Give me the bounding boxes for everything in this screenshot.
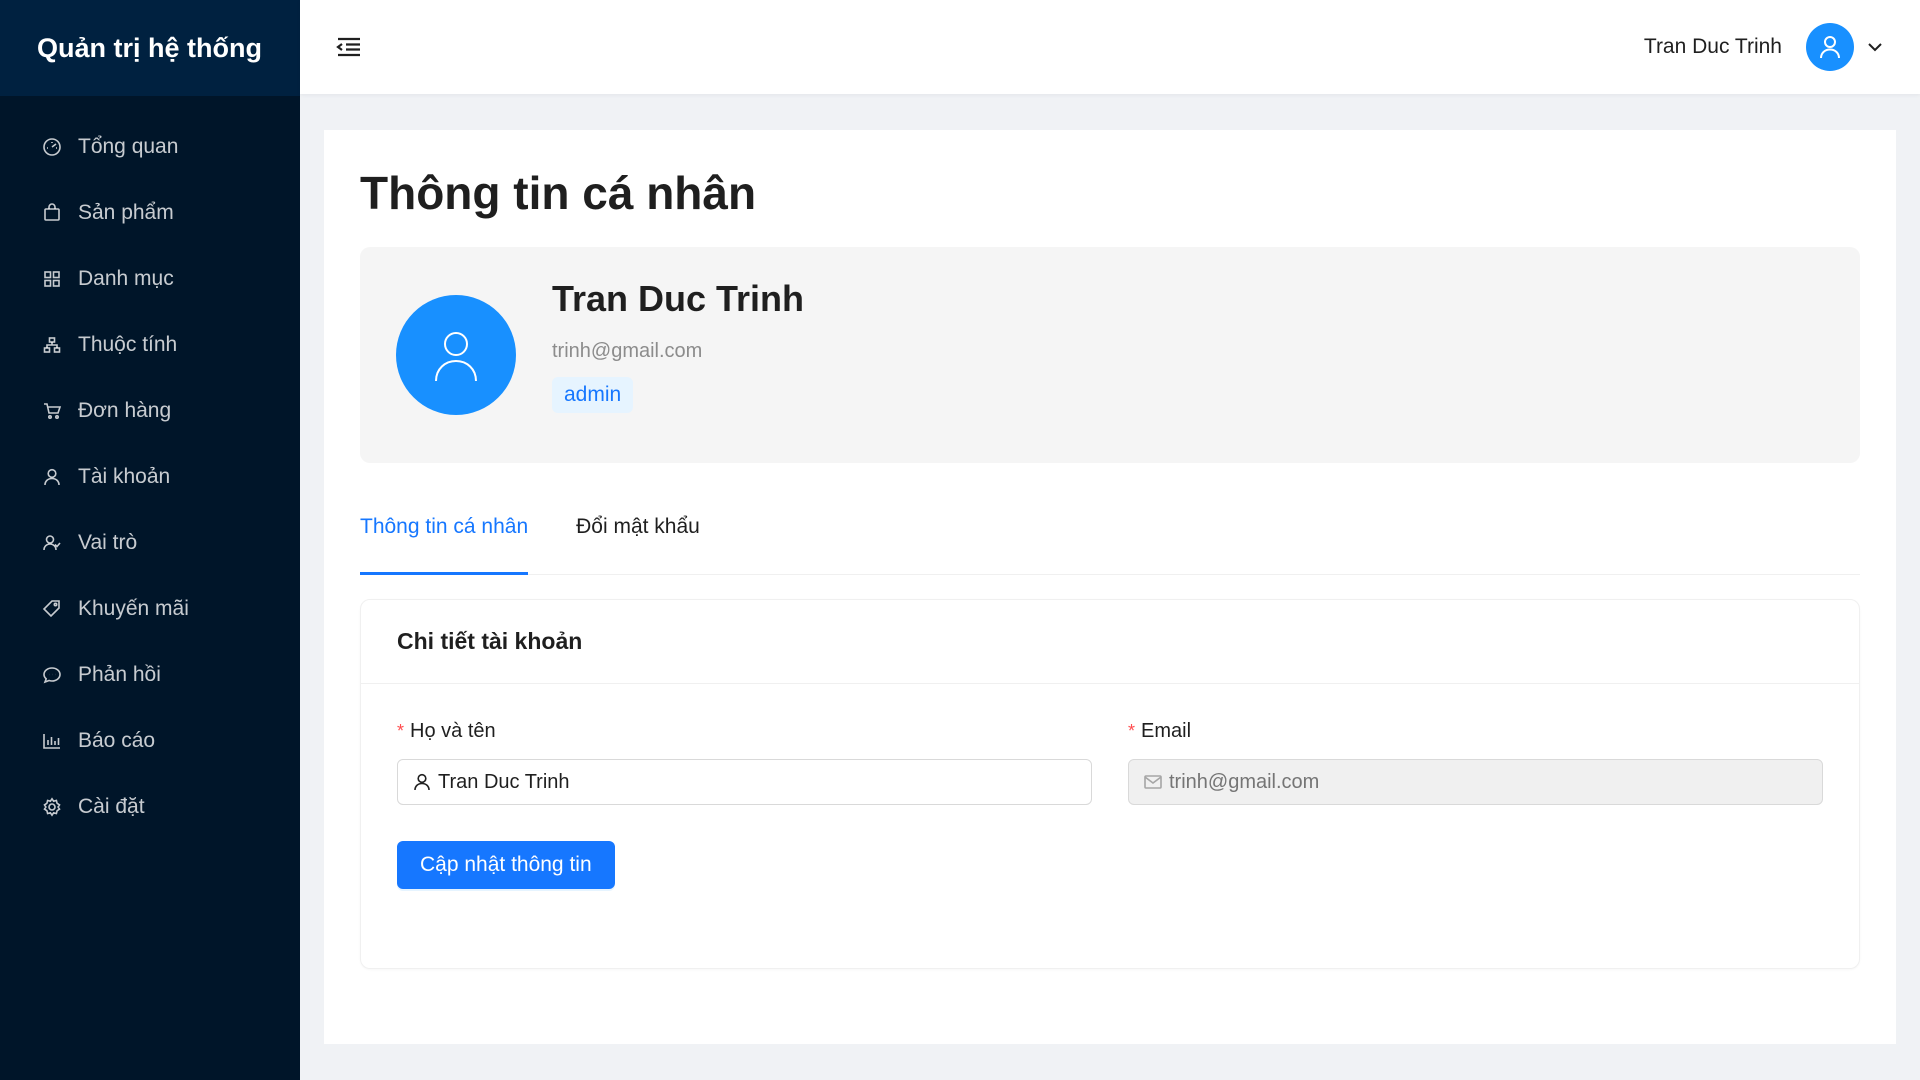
sidebar-item-label: Thuộc tính <box>78 333 178 356</box>
sidebar-item-label: Phản hồi <box>78 663 161 686</box>
account-detail-title: Chi tiết tài khoản <box>361 600 1859 685</box>
sidebar-item-label: Đơn hàng <box>78 399 172 422</box>
required-mark: * <box>1128 721 1136 742</box>
profile-tabs: Thông tin cá nhân Đổi mật khẩu <box>360 515 1860 576</box>
avatar[interactable] <box>1806 23 1854 71</box>
sidebar-item-label: Cài đặt <box>78 795 145 818</box>
email-group: * Email <box>1128 720 1823 806</box>
sidebar-item-label: Vai trò <box>78 531 138 554</box>
setting-icon <box>42 797 62 817</box>
user-menu[interactable]: Tran Duc Trinh <box>1644 23 1884 71</box>
mail-icon <box>1144 775 1162 789</box>
sidebar-item-cai-dat[interactable]: Cài đặt <box>0 774 300 840</box>
tab-doi-mat-khau[interactable]: Đổi mật khẩu <box>576 515 700 574</box>
menu-fold-icon[interactable] <box>336 35 362 59</box>
dashboard-icon <box>42 137 62 157</box>
required-mark: * <box>397 721 405 742</box>
user-icon <box>414 774 430 791</box>
profile-email: trinh@gmail.com <box>552 339 703 362</box>
sidebar-item-label: Tổng quan <box>78 135 179 158</box>
update-info-button[interactable]: Cập nhật thông tin <box>397 841 615 890</box>
email-label-text: Email <box>1141 720 1192 743</box>
sidebar-item-label: Danh mục <box>78 267 174 290</box>
header-user-name: Tran Duc Trinh <box>1643 35 1782 58</box>
profile-avatar <box>396 295 516 416</box>
email-label: * Email <box>1128 720 1823 743</box>
main-area: Tran Duc Trinh Thông tin cá nhân Tran Du… <box>300 0 1920 1080</box>
fullname-group: * Họ và tên <box>397 720 1092 806</box>
sidebar-item-vai-tro[interactable]: Vai trò <box>0 510 300 576</box>
sidebar-item-label: Sản phẩm <box>78 201 174 224</box>
role-badge: admin <box>552 376 634 413</box>
email-field <box>1169 770 1808 794</box>
sidebar-item-label: Khuyến mãi <box>78 597 189 620</box>
shopping-bag-icon <box>42 203 62 223</box>
user-icon <box>1820 36 1840 59</box>
sidebar-item-tong-quan[interactable]: Tổng quan <box>0 114 300 180</box>
brand-title: Quản trị hệ thống <box>0 0 300 96</box>
profile-summary: Tran Duc Trinh trinh@gmail.com admin <box>360 247 1860 464</box>
tag-icon <box>42 599 62 619</box>
sidebar-item-san-pham[interactable]: Sản phẩm <box>0 180 300 246</box>
user-icon <box>435 332 477 382</box>
email-input-wrapper <box>1128 759 1823 806</box>
page-title: Thông tin cá nhân <box>360 167 757 219</box>
user-icon <box>42 467 62 487</box>
team-icon <box>42 533 62 553</box>
comment-icon <box>42 665 62 685</box>
fullname-label: * Họ và tên <box>397 720 1092 743</box>
content-wrap: Thông tin cá nhân Tran Duc Trinh trinh@g… <box>300 94 1920 1080</box>
sidebar-item-bao-cao[interactable]: Báo cáo <box>0 708 300 774</box>
tab-thong-tin-ca-nhan[interactable]: Thông tin cá nhân <box>360 515 529 576</box>
form-row: * Họ và tên * <box>397 720 1823 806</box>
bar-chart-icon <box>42 731 62 751</box>
sidebar-item-danh-muc[interactable]: Danh mục <box>0 246 300 312</box>
top-header: Tran Duc Trinh <box>300 0 1920 94</box>
sidebar-item-don-hang[interactable]: Đơn hàng <box>0 378 300 444</box>
fullname-input[interactable] <box>438 770 1077 794</box>
account-detail-card: Chi tiết tài khoản * Họ và tên Tran Duc … <box>360 599 1860 970</box>
sidebar-item-phan-hoi[interactable]: Phản hồi <box>0 642 300 708</box>
appstore-icon <box>42 269 62 289</box>
content-card: Thông tin cá nhân Tran Duc Trinh trinh@g… <box>324 130 1896 1044</box>
profile-name: Tran Duc Trinh <box>552 277 805 319</box>
profile-info: Tran Duc Trinh trinh@gmail.com admin <box>552 278 804 413</box>
fullname-input-wrapper[interactable] <box>397 759 1092 806</box>
cluster-icon <box>42 335 62 355</box>
account-detail-form: * Họ và tên * <box>361 684 1859 925</box>
shopping-cart-icon <box>42 401 62 421</box>
app-root: Quản trị hệ thống Tổng quan Sản phẩm Dan… <box>0 0 1920 1080</box>
sidebar-item-label: Tài khoản <box>78 465 171 488</box>
sidebar: Quản trị hệ thống Tổng quan Sản phẩm Dan… <box>0 0 300 1080</box>
sidebar-item-tai-khoan[interactable]: Tài khoản <box>0 444 300 510</box>
sidebar-item-thuoc-tinh[interactable]: Thuộc tính <box>0 312 300 378</box>
chevron-down-icon[interactable] <box>1866 38 1884 56</box>
sidebar-item-label: Báo cáo <box>78 729 156 752</box>
sidebar-item-khuyen-mai[interactable]: Khuyến mãi <box>0 576 300 642</box>
sidebar-menu: Tổng quan Sản phẩm Danh mục Thuộc tính Đ… <box>0 96 300 840</box>
fullname-label-text: Họ và tên <box>410 720 496 743</box>
